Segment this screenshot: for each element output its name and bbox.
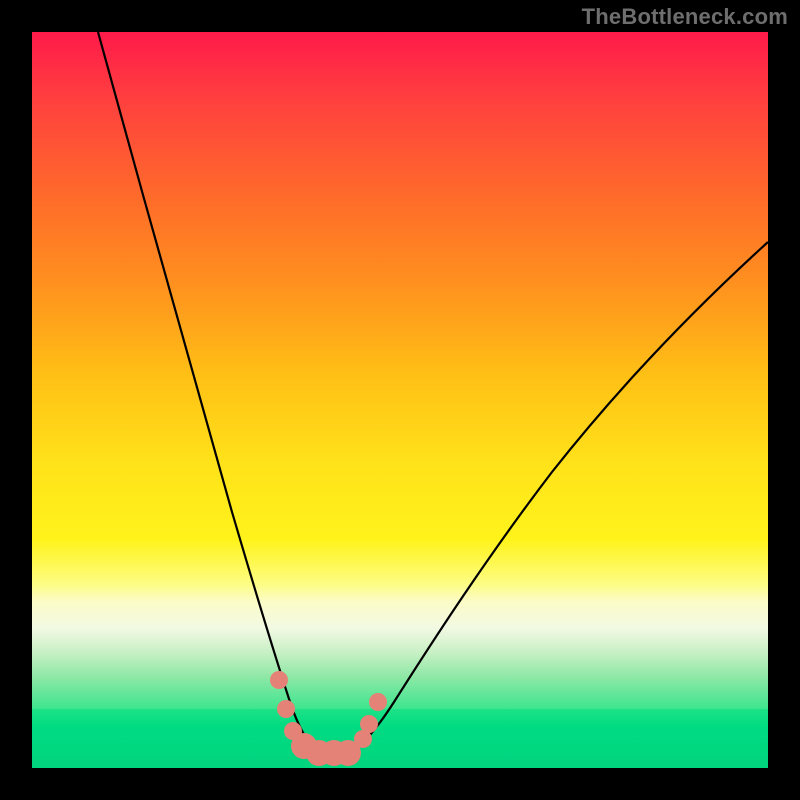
data-marker [270, 671, 288, 689]
chart-frame: TheBottleneck.com [0, 0, 800, 800]
curve-right [348, 242, 768, 754]
data-marker [369, 693, 387, 711]
curve-left [98, 32, 316, 750]
plot-area [32, 32, 768, 768]
curve-layer [32, 32, 768, 768]
watermark-text: TheBottleneck.com [582, 4, 788, 30]
data-marker [360, 715, 378, 733]
data-marker [277, 700, 295, 718]
